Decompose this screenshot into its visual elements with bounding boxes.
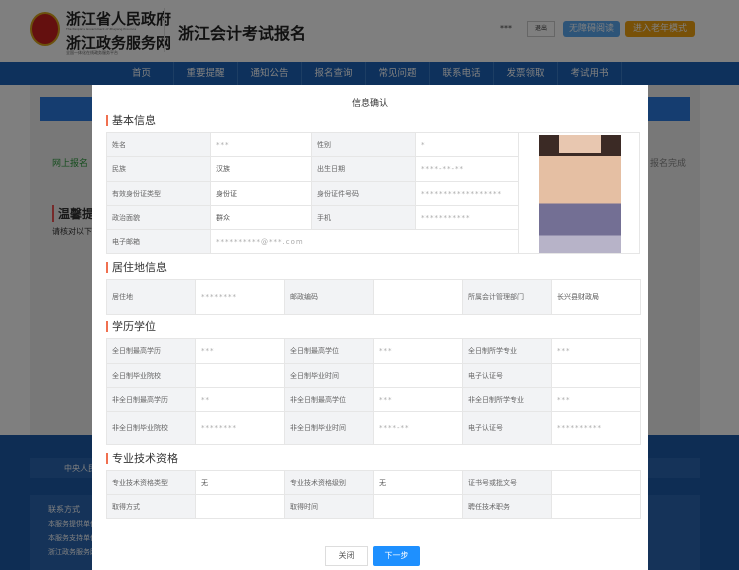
field-label: 民族 [106,156,211,182]
table-row: 电子邮箱 **********@***.com [106,229,519,254]
section-basic-title: 基本信息 [106,115,156,126]
field-label: 手机 [311,205,416,230]
field-label: 取得方式 [106,494,196,519]
dialog-title: 信息确认 [351,99,388,109]
table-row: 非全日制最高学历 ** 非全日制最高学位 *** 非全日制所学专业 *** [106,387,641,412]
field-label: 电子认证号 [462,363,552,388]
next-step-button[interactable]: 下一步 [373,546,420,566]
field-label: 身份证件号码 [311,181,416,206]
field-value: *********** [415,205,519,230]
field-value [551,470,641,495]
field-label: 全日制毕业院校 [106,363,196,388]
field-label: 所属会计管理部门 [462,279,552,315]
field-value: 群众 [210,205,312,230]
field-value: *** [195,338,285,364]
section-professional-title: 专业技术资格 [106,453,178,464]
field-label: 非全日制最高学历 [106,387,196,412]
field-value: **********@***.com [210,229,519,254]
field-value: ****-**-** [415,156,519,182]
field-label: 居住地 [106,279,196,315]
field-label: 全日制最高学历 [106,338,196,364]
field-value: ****-** [373,411,463,445]
professional-table: 专业技术资格类型无专业技术资格级别无证书号或批文号 取得方式 取得时间 聘任技术职务 [106,470,641,519]
field-label: 全日制最高学位 [284,338,374,364]
table-row: 全日制毕业院校 全日制毕业时间 电子认证号 [106,363,641,388]
table-row: 民族 汉族 出生日期 ****-**-** [106,156,519,182]
table-row: 政治面貌 群众 手机 *********** [106,205,519,230]
field-value: ******** [195,411,285,445]
field-value [373,494,463,519]
field-value [373,363,463,388]
residence-table: 居住地 ******** 邮政编码 所属会计管理部门 长兴县财政局 [106,279,641,315]
section-residence-title: 居住地信息 [106,262,167,273]
field-value: ********** [551,411,641,445]
field-value: *** [210,132,312,157]
field-value: 无 [195,470,285,495]
basic-info-table: 姓名 *** 性别 * 民族 汉族 出生日期 ****-**-** 有效身份证类型 身份证 身份证件… [106,132,519,254]
field-value: ** [195,387,285,412]
applicant-photo [518,132,640,254]
field-value: 汉族 [210,156,312,182]
table-row: 专业技术资格类型无专业技术资格级别无证书号或批文号 [106,470,641,495]
table-row: 有效身份证类型 身份证 身份证件号码 ****************** [106,181,519,206]
table-row: 全日制最高学历 *** 全日制最高学位 *** 全日制所学专业 *** [106,338,641,364]
field-label: 全日制毕业时间 [284,363,374,388]
table-row: 取得方式 取得时间 聘任技术职务 [106,494,641,519]
field-label: 非全日制毕业院校 [106,411,196,445]
field-value: 身份证 [210,181,312,206]
field-label: 性别 [311,132,416,157]
field-value: *** [373,338,463,364]
table-row: 非全日制毕业院校 ******** 非全日制毕业时间 ****-** 电子认证号 ****… [106,411,641,445]
field-label: 电子认证号 [462,411,552,445]
field-label: 非全日制毕业时间 [284,411,374,445]
field-label: 专业技术资格级别 [284,470,374,495]
field-value [373,279,463,315]
field-label: 全日制所学专业 [462,338,552,364]
table-row: 姓名 *** 性别 * [106,132,519,157]
field-value [551,494,641,519]
field-label: 专业技术资格类型 [106,470,196,495]
field-value: * [415,132,519,157]
field-value [195,363,285,388]
education-table: 全日制最高学历 *** 全日制最高学位 *** 全日制所学专业 *** 全日制毕业院校 全日制… [106,338,641,445]
table-row: 居住地 ******** 邮政编码 所属会计管理部门 长兴县财政局 [106,279,641,315]
field-label: 非全日制最高学位 [284,387,374,412]
field-value [551,363,641,388]
field-value [195,494,285,519]
field-label: 有效身份证类型 [106,181,211,206]
field-value: 无 [373,470,463,495]
field-label: 聘任技术职务 [462,494,552,519]
field-label: 取得时间 [284,494,374,519]
field-label: 邮政编码 [284,279,374,315]
field-value: *** [551,338,641,364]
field-value: 长兴县财政局 [551,279,641,315]
field-label: 政治面貌 [106,205,211,230]
field-label: 非全日制所学专业 [462,387,552,412]
field-value: ******** [195,279,285,315]
field-label: 姓名 [106,132,211,157]
field-value: *** [551,387,641,412]
field-value: ****************** [415,181,519,206]
field-label: 证书号或批文号 [462,470,552,495]
field-value: *** [373,387,463,412]
info-confirm-dialog: 信息确认 基本信息 姓名 *** 性别 * 民族 汉族 出生日期 ****-**-** 有效身份… [92,85,648,570]
close-button[interactable]: 关闭 [325,546,368,566]
field-label: 出生日期 [311,156,416,182]
field-label: 电子邮箱 [106,229,211,254]
section-education-title: 学历学位 [106,321,156,332]
